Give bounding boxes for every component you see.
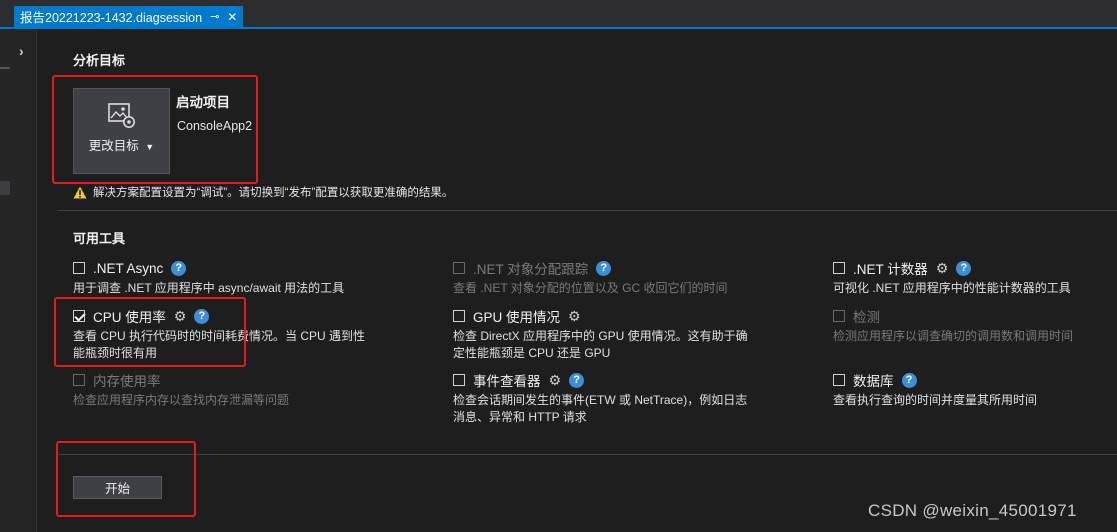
- tool-header: .NET 对象分配跟踪?: [453, 259, 753, 277]
- watermark: CSDN @weixin_45001971: [868, 501, 1077, 520]
- project-name: ConsoleApp2: [177, 119, 253, 133]
- close-icon[interactable]: ✕: [227, 10, 237, 24]
- available-tools-heading: 可用工具: [73, 231, 126, 246]
- tool-option[interactable]: .NET Async? 用于调查 .NET 应用程序中 async/await 用…: [73, 259, 373, 297]
- tool-checkbox[interactable]: [453, 310, 465, 322]
- tool-checkbox[interactable]: [833, 374, 845, 386]
- tool-description: 查看 CPU 执行代码时的时间耗费情况。当 CPU 遇到性能瓶颈时很有用: [73, 329, 366, 360]
- tool-header: 事件查看器 ⚙?: [453, 371, 753, 389]
- tool-header: .NET Async?: [73, 259, 373, 277]
- strip-marker: [0, 67, 10, 69]
- tool-checkbox[interactable]: [73, 310, 85, 322]
- change-target-button[interactable]: 更改目标 ▼: [73, 88, 170, 174]
- section-divider: [57, 210, 1117, 211]
- tool-description: 可视化 .NET 应用程序中的性能计数器的工具: [833, 281, 1071, 295]
- tool-header: .NET 计数器 ⚙?: [833, 259, 1117, 277]
- analysis-target-heading: 分析目标: [73, 53, 126, 68]
- tool-description: 检查应用程序内存以查找内存泄漏等问题: [73, 393, 290, 407]
- tool-option[interactable]: GPU 使用情况 ⚙ 检查 DirectX 应用程序中的 GPU 使用情况。这有助于…: [453, 307, 753, 362]
- help-icon[interactable]: ?: [194, 308, 210, 324]
- tool-option: .NET 对象分配跟踪? 查看 .NET 对象分配的位置以及 GC 收回它们的时间: [453, 259, 753, 297]
- diagnostic-session-page: 分析目标 更改目标 ▼ 启动项目 ConsoleApp2 解决方案配置设置为“调…: [37, 29, 1117, 532]
- tool-checkbox: [833, 310, 845, 322]
- tool-option: 检测检测应用程序以调查确切的调用数和调用时间: [833, 307, 1117, 345]
- help-icon[interactable]: ?: [596, 260, 612, 276]
- tool-header: CPU 使用率 ⚙?: [73, 307, 373, 325]
- warning-text: 解决方案配置设置为“调试”。请切换到“发布”配置以获取更准确的结果。: [93, 187, 454, 199]
- warning-icon: [73, 186, 87, 198]
- tool-description: 检查 DirectX 应用程序中的 GPU 使用情况。这有助于确定性能瓶颈是 C…: [453, 329, 748, 360]
- gear-icon[interactable]: ⚙: [174, 309, 187, 323]
- start-button[interactable]: 开始: [73, 476, 162, 499]
- strip-highlight: [0, 181, 10, 195]
- tab-title: 报告20221223-1432.diagsession: [20, 11, 203, 25]
- help-icon[interactable]: ?: [171, 260, 187, 276]
- pin-icon[interactable]: ⊸: [210, 10, 219, 23]
- tool-name: 数据库: [853, 374, 894, 389]
- tool-checkbox[interactable]: [73, 262, 85, 274]
- tool-name: .NET Async: [93, 260, 164, 276]
- tool-name: 内存使用率: [93, 374, 161, 389]
- tool-description: 查看执行查询的时间并度量其所用时间: [833, 393, 1038, 407]
- tool-option[interactable]: 数据库? 查看执行查询的时间并度量其所用时间: [833, 371, 1117, 409]
- chevron-right-icon[interactable]: ›: [19, 43, 24, 59]
- tool-option[interactable]: 事件查看器 ⚙? 检查会话期间发生的事件(ETW 或 NetTrace)，例如日志消…: [453, 371, 753, 426]
- tool-option[interactable]: CPU 使用率 ⚙? 查看 CPU 执行代码时的时间耗费情况。当 CPU 遇到性能瓶…: [73, 307, 373, 362]
- gear-icon[interactable]: ⚙: [936, 261, 949, 275]
- tool-name: CPU 使用率: [93, 310, 166, 325]
- tool-header: 数据库?: [833, 371, 1117, 389]
- change-target-label: 更改目标 ▼: [88, 139, 155, 153]
- tool-description: 用于调查 .NET 应用程序中 async/await 用法的工具: [73, 281, 345, 295]
- tool-checkbox[interactable]: [453, 374, 465, 386]
- help-icon[interactable]: ?: [901, 372, 917, 388]
- gear-icon[interactable]: ⚙: [549, 373, 562, 387]
- tool-description: 查看 .NET 对象分配的位置以及 GC 收回它们的时间: [453, 281, 728, 295]
- section-divider: [57, 454, 1117, 455]
- tool-name: 检测: [853, 310, 880, 325]
- document-tab-bar: 报告20221223-1432.diagsession ⊸ ✕: [0, 0, 1117, 29]
- tool-header: GPU 使用情况 ⚙: [453, 307, 753, 325]
- side-panel-expander[interactable]: ›: [10, 29, 37, 532]
- tool-checkbox: [453, 262, 465, 274]
- tool-description: 检查会话期间发生的事件(ETW 或 NetTrace)，例如日志消息、异常和 H…: [453, 393, 748, 424]
- tool-name: 事件查看器: [473, 374, 541, 389]
- tool-option[interactable]: .NET 计数器 ⚙? 可视化 .NET 应用程序中的性能计数器的工具: [833, 259, 1117, 297]
- tool-header: 内存使用率: [73, 371, 373, 389]
- startup-project-label: 启动项目: [176, 95, 230, 110]
- tool-name: .NET 对象分配跟踪: [473, 262, 589, 277]
- tool-option: 内存使用率检查应用程序内存以查找内存泄漏等问题: [73, 371, 373, 409]
- tool-checkbox[interactable]: [833, 262, 845, 274]
- tool-header: 检测: [833, 307, 1117, 325]
- dropdown-caret-icon: ▼: [145, 142, 155, 152]
- document-tab[interactable]: 报告20221223-1432.diagsession ⊸ ✕: [14, 6, 244, 27]
- gear-icon[interactable]: ⚙: [568, 309, 581, 323]
- tool-checkbox: [73, 374, 85, 386]
- tool-name: GPU 使用情况: [473, 310, 561, 325]
- tool-name: .NET 计数器: [853, 262, 928, 277]
- help-icon[interactable]: ?: [569, 372, 585, 388]
- help-icon[interactable]: ?: [956, 260, 972, 276]
- config-warning: 解决方案配置设置为“调试”。请切换到“发布”配置以获取更准确的结果。: [73, 184, 453, 200]
- target-image-icon: [108, 103, 135, 128]
- tool-description: 检测应用程序以调查确切的调用数和调用时间: [833, 329, 1074, 343]
